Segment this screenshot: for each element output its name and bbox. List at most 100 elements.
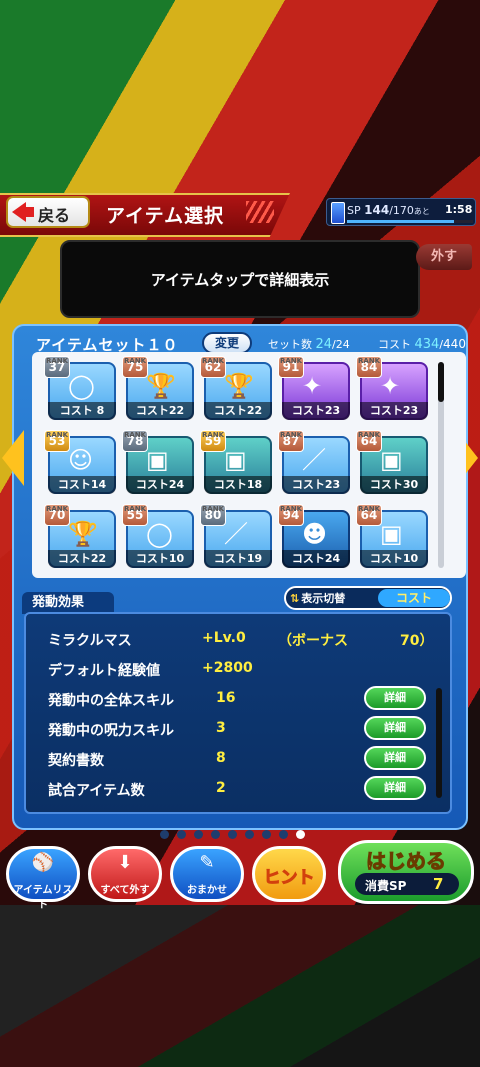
item-cost-label: コスト24 <box>126 476 194 494</box>
item-card[interactable]: ▣ RANK 59 コスト18 <box>200 430 274 496</box>
effect-label: 試合アイテム数 <box>48 783 145 799</box>
down-arrow-icon: ⬇ <box>117 852 133 873</box>
sp-label: SP <box>347 204 361 217</box>
item-card[interactable]: 🏆 RANK 62 コスト22 <box>200 356 274 422</box>
rank-caption: RANK <box>280 431 303 439</box>
effect-label: デフォルト経験値 <box>48 663 160 679</box>
item-card[interactable]: ▣ RANK 64 コスト30 <box>356 430 430 496</box>
sp-recovery-timer: 1:58 <box>445 203 473 216</box>
auto-card-icon: ✎ <box>199 852 215 873</box>
prev-page-arrow-icon[interactable] <box>2 430 24 486</box>
bat-ball-icon: ⚾ <box>31 852 55 873</box>
item-card[interactable]: ／ RANK 87 コスト23 <box>278 430 352 496</box>
rank-badge: RANK 91 <box>278 356 304 378</box>
effect-row: ミラクルマス +Lv.0 （ボーナス 70） <box>48 630 448 658</box>
cost-total-max: 440 <box>443 337 466 351</box>
sp-cost-label: 消費SP <box>365 879 407 893</box>
item-art-icon: ◯ <box>68 372 95 400</box>
set-count: セット数 24/24 <box>268 337 350 352</box>
item-art-icon: ▣ <box>380 520 403 548</box>
item-cost-label: コスト22 <box>48 550 116 568</box>
effect-label: ミラクルマス <box>48 633 132 649</box>
item-grid-scrollbar[interactable] <box>438 362 444 568</box>
rank-caption: RANK <box>124 431 147 439</box>
effect-detail-button[interactable]: 詳細 <box>364 746 426 770</box>
remove-item-button[interactable]: 外す <box>416 244 472 270</box>
effect-value: 16 <box>216 690 236 706</box>
effect-row: デフォルト経験値 +2800 <box>48 660 448 688</box>
effect-value: +2800 <box>202 660 253 676</box>
page-dot[interactable] <box>177 830 186 839</box>
rank-badge: RANK 62 <box>200 356 226 378</box>
display-toggle-value: コスト <box>378 589 450 607</box>
item-list-button[interactable]: ⚾ アイテムリスト <box>6 846 80 911</box>
item-card[interactable]: ▣ RANK 78 コスト24 <box>122 430 196 496</box>
item-card[interactable]: ✦ RANK 91 コスト23 <box>278 356 352 422</box>
item-cost-label: コスト22 <box>126 402 194 420</box>
effect-detail-button[interactable]: 詳細 <box>364 716 426 740</box>
item-art-icon: 🏆 <box>146 372 176 400</box>
effects-tab: 発動効果 <box>22 592 114 614</box>
item-card[interactable]: ✦ RANK 84 コスト23 <box>356 356 430 422</box>
page-dot[interactable] <box>279 830 288 839</box>
sp-current: 144 <box>364 203 390 217</box>
page-dot[interactable] <box>211 830 220 839</box>
hint-button[interactable]: ヒント <box>252 846 326 902</box>
item-cost-label: コスト18 <box>204 476 272 494</box>
item-card[interactable]: 🏆 RANK 70 コスト22 <box>44 504 118 570</box>
remove-all-button[interactable]: ⬇ すべて外す <box>88 846 162 902</box>
page-dot[interactable] <box>296 830 305 839</box>
rank-caption: RANK <box>124 357 147 365</box>
item-card[interactable]: ▣ RANK 64 コスト10 <box>356 504 430 570</box>
item-cost-label: コスト30 <box>360 476 428 494</box>
change-set-button[interactable]: 変更 <box>202 332 252 354</box>
rank-badge: RANK 64 <box>356 504 382 526</box>
item-grid: ◯ RANK 37 コスト 8 🏆 RANK 75 コスト22 🏆 RANK 62 コスト22 ✦ RAN… <box>32 352 466 578</box>
item-art-icon: ／ <box>224 520 248 548</box>
item-list-label: アイテムリスト <box>13 885 73 911</box>
page-dot[interactable] <box>228 830 237 839</box>
item-grid-scroll-thumb[interactable] <box>438 362 444 402</box>
sp-status: SP 144/170あと 1:58 <box>326 198 476 226</box>
display-toggle[interactable]: 表示切替 コスト <box>284 586 452 610</box>
item-card[interactable]: ☻ RANK 94 コスト24 <box>278 504 352 570</box>
page-dot[interactable] <box>160 830 169 839</box>
effects-list: ミラクルマス +Lv.0 （ボーナス 70） デフォルト経験値 +2800 発動中の全体スキ… <box>24 612 452 814</box>
item-cost-label: コスト23 <box>282 476 350 494</box>
effect-detail-button[interactable]: 詳細 <box>364 686 426 710</box>
item-art-icon: ▣ <box>224 446 247 474</box>
rank-caption: RANK <box>124 505 147 513</box>
rank-badge: RANK 80 <box>200 504 226 526</box>
sp-max: 170 <box>392 204 414 217</box>
auto-select-button[interactable]: ✎ おまかせ <box>170 846 244 902</box>
item-card[interactable]: ☺ RANK 53 コスト14 <box>44 430 118 496</box>
rank-caption: RANK <box>358 431 381 439</box>
effect-label: 発動中の全体スキル <box>48 693 174 709</box>
item-cost-label: コスト22 <box>204 402 272 420</box>
bottom-action-bar: ⚾ アイテムリスト ⬇ すべて外す ✎ おまかせ ヒント はじめる 消費SP 7 <box>0 840 480 911</box>
rank-badge: RANK 78 <box>122 430 148 452</box>
rank-caption: RANK <box>46 505 69 513</box>
rank-badge: RANK 64 <box>356 430 382 452</box>
effect-value: +Lv.0 <box>202 630 246 646</box>
back-button[interactable]: 戻る <box>6 196 90 228</box>
item-card[interactable]: ／ RANK 80 コスト19 <box>200 504 274 570</box>
effects-scrollbar[interactable] <box>436 688 442 798</box>
item-cost-label: コスト 8 <box>48 402 116 420</box>
item-card[interactable]: 🏆 RANK 75 コスト22 <box>122 356 196 422</box>
item-card[interactable]: ◯ RANK 55 コスト10 <box>122 504 196 570</box>
start-button[interactable]: はじめる 消費SP 7 <box>338 840 474 904</box>
rank-caption: RANK <box>280 505 303 513</box>
screen-title: アイテム選択 <box>106 205 225 227</box>
rank-badge: RANK 87 <box>278 430 304 452</box>
page-dot[interactable] <box>245 830 254 839</box>
item-cost-label: コスト10 <box>126 550 194 568</box>
remove-all-label: すべて外す <box>100 885 150 896</box>
page-dot[interactable] <box>262 830 271 839</box>
page-dot[interactable] <box>194 830 203 839</box>
set-count-label: セット数 <box>268 338 312 351</box>
auto-select-label: おまかせ <box>187 885 227 896</box>
effect-detail-button[interactable]: 詳細 <box>364 776 426 800</box>
item-card[interactable]: ◯ RANK 37 コスト 8 <box>44 356 118 422</box>
rank-caption: RANK <box>46 431 69 439</box>
